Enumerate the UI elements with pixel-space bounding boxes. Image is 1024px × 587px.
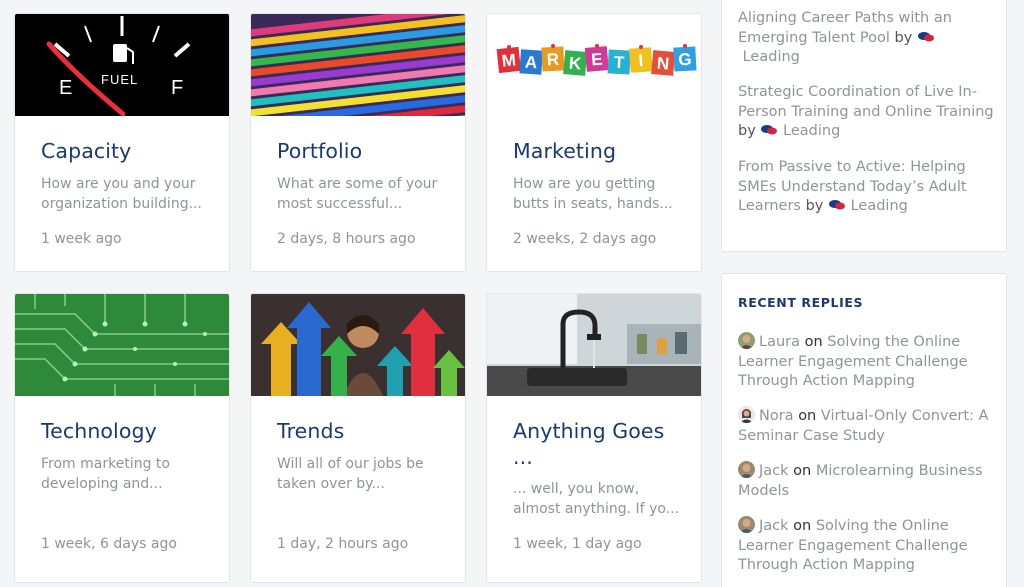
reply-entry: Laura on Solving the Online Learner Enga… <box>738 332 994 392</box>
reply-on: on <box>804 334 823 350</box>
reply-entry: Jack on Microlearning Business Models <box>738 461 994 501</box>
forum-card-portfolio[interactable]: Portfolio What are some of your most suc… <box>250 13 466 272</box>
reply-on: on <box>798 408 817 424</box>
card-excerpt: Will all of our jobs be taken over by... <box>277 456 424 492</box>
forum-card-anything-goes[interactable]: Anything Goes ... ... well, you know, al… <box>486 293 702 583</box>
card-meta: 1 week, 1 day ago <box>513 536 642 552</box>
reply-topic-link-line2[interactable]: Learner Engagement Challenge <box>738 354 968 370</box>
card-title[interactable]: Portfolio <box>277 138 455 164</box>
reply-topic-link-line2[interactable]: Learner Engagement Challenge <box>738 538 968 554</box>
svg-text:G: G <box>678 50 692 70</box>
reply-topic-link-line3[interactable]: Through Action Mapping <box>738 373 915 389</box>
reply-topic-link-line2[interactable]: Seminar Case Study <box>738 428 885 444</box>
marketing-letters-image[interactable]: M A R K E T I N G <box>487 14 701 116</box>
topic-entry: From Passive to Active: Helping SMEs Und… <box>738 158 994 217</box>
reply-on: on <box>793 463 812 479</box>
card-title-line1[interactable]: Anything Goes <box>513 418 691 444</box>
card-title[interactable]: Trends <box>277 418 455 444</box>
reply-author[interactable]: Nora <box>759 408 794 424</box>
reply-author[interactable]: Jack <box>759 463 789 479</box>
reply-entry: Nora on Virtual-Only Convert: A Seminar … <box>738 406 994 446</box>
forum-link[interactable]: Leading <box>783 123 840 139</box>
reply-topic-link[interactable]: Solving the Online <box>816 518 949 534</box>
forum-card-technology[interactable]: Technology From marketing to developing … <box>14 293 230 583</box>
topic-link[interactable]: Strategic Coordination of Live In- <box>738 84 977 100</box>
topic-by: by <box>894 29 913 46</box>
reply-topic-link[interactable]: Microlearning Business <box>816 463 983 479</box>
svg-text:R: R <box>546 50 559 70</box>
reply-on: on <box>793 518 812 534</box>
reply-topic-link[interactable]: Solving the Online <box>827 334 960 350</box>
card-excerpt: ... well, you know, almost anything. If … <box>513 481 680 517</box>
circuit-board-image[interactable] <box>15 294 229 396</box>
svg-text:E: E <box>59 77 72 99</box>
card-excerpt: How are you and your organization buildi… <box>41 176 202 212</box>
topic-entry: Strategic Coordination of Live In- Perso… <box>738 83 994 142</box>
card-excerpt: How are you getting butts in seats, hand… <box>513 176 673 212</box>
recent-topics-widget: Aligning Career Paths with an Emerging T… <box>721 0 1007 252</box>
kitchen-faucet-image[interactable] <box>487 294 701 396</box>
growth-arrows-image[interactable] <box>251 294 465 396</box>
forum-card-capacity[interactable]: FUEL E F Capacity How are you and your o… <box>14 13 230 272</box>
svg-text:M: M <box>501 50 517 70</box>
card-meta: 2 weeks, 2 days ago <box>513 231 657 247</box>
topic-link-line2[interactable]: SMEs Understand Today’s Adult <box>738 179 967 195</box>
recent-replies-widget: RECENT REPLIES Laura on Solving the Onli… <box>721 273 1007 587</box>
card-excerpt: What are some of your most successful... <box>277 176 438 212</box>
forum-icon <box>828 200 845 210</box>
colorful-folders-image[interactable] <box>251 14 465 116</box>
reply-author[interactable]: Jack <box>759 518 789 534</box>
topic-entry: Aligning Career Paths with an Emerging T… <box>738 9 994 68</box>
topic-link-line2[interactable]: Emerging Talent Pool <box>738 30 890 46</box>
reply-topic-link-line2[interactable]: Models <box>738 483 789 499</box>
card-meta: 1 day, 2 hours ago <box>277 536 409 552</box>
card-title[interactable]: Marketing <box>513 138 691 164</box>
fuel-gauge-image[interactable]: FUEL E F <box>15 14 229 116</box>
card-title[interactable]: Capacity <box>41 138 219 164</box>
svg-text:T: T <box>613 53 625 73</box>
card-excerpt: From marketing to developing and... <box>41 456 170 492</box>
svg-text:K: K <box>568 54 583 74</box>
topic-link[interactable]: Aligning Career Paths with an <box>738 10 952 26</box>
card-meta: 1 week ago <box>41 231 122 247</box>
reply-topic-link-line3[interactable]: Through Action Mapping <box>738 557 915 573</box>
reply-author[interactable]: Laura <box>759 334 800 350</box>
avatar[interactable] <box>738 406 755 423</box>
svg-text:A: A <box>524 53 538 73</box>
forum-card-trends[interactable]: Trends Will all of our jobs be taken ove… <box>250 293 466 583</box>
forum-link[interactable]: Leading <box>851 198 908 214</box>
widget-title: RECENT REPLIES <box>738 295 864 310</box>
card-title[interactable]: Technology <box>41 418 219 444</box>
svg-text:N: N <box>656 54 670 74</box>
reply-entry: Jack on Solving the Online Learner Engag… <box>738 516 994 576</box>
topic-link-line2[interactable]: Person Training and Online Training <box>738 104 994 120</box>
avatar[interactable] <box>738 516 755 533</box>
svg-text:F: F <box>171 77 183 99</box>
forum-icon <box>761 125 778 135</box>
svg-text:E: E <box>590 50 603 70</box>
forum-card-marketing[interactable]: M A R K E T I N G Marketing How are you … <box>486 13 702 272</box>
card-title-line2[interactable]: ... <box>513 444 691 470</box>
avatar[interactable] <box>738 461 755 478</box>
avatar[interactable] <box>738 332 755 349</box>
topic-by: by <box>805 198 824 214</box>
forum-icon <box>917 31 934 41</box>
topic-link-line3[interactable]: Learners <box>738 198 801 214</box>
topic-link[interactable]: From Passive to Active: Helping <box>738 159 966 175</box>
card-meta: 1 week, 6 days ago <box>41 536 177 552</box>
forum-link[interactable]: Leading <box>743 49 800 65</box>
svg-text:FUEL: FUEL <box>101 72 138 87</box>
reply-topic-link[interactable]: Virtual-Only Convert: A <box>821 408 989 424</box>
card-meta: 2 days, 8 hours ago <box>277 231 416 247</box>
topic-by: by <box>738 123 756 139</box>
